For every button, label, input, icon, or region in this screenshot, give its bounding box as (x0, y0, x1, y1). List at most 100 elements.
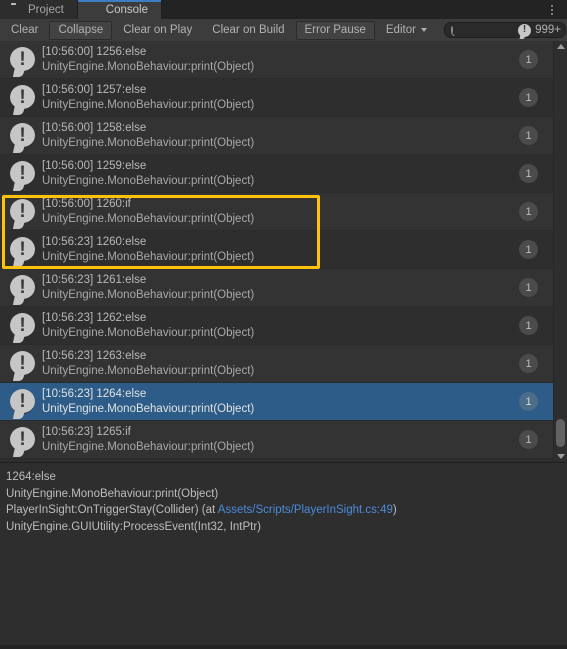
log-count-badge: 1 (519, 392, 538, 411)
log-row-text: [10:56:23] 1263:else UnityEngine.MonoBeha… (42, 349, 519, 378)
log-row[interactable]: ! [10:56:00] 1256:else UnityEngine.MonoBeh… (0, 41, 554, 79)
scrollbar-thumb[interactable] (556, 419, 565, 447)
log-count-badge: 1 (519, 240, 538, 259)
clear-on-play-toggle[interactable]: Clear on Play (114, 21, 201, 40)
log-stack-preview: UnityEngine.MonoBehaviour:print(Object) (42, 60, 255, 73)
log-count-badge: 1 (519, 164, 538, 183)
log-bubble-icon: ! (10, 199, 35, 224)
editor-dropdown[interactable]: Editor (377, 21, 436, 40)
log-row-text: [10:56:23] 1260:else UnityEngine.MonoBeha… (42, 235, 519, 264)
stack-trace-text: PlayerInSight:OnTriggerStay(Collider) (a… (6, 504, 218, 517)
stack-trace-text: 1264:else (6, 471, 56, 483)
log-count-badge: 1 (519, 88, 538, 107)
log-row[interactable]: ! [10:56:00] 1258:else UnityEngine.MonoBeh… (0, 117, 554, 155)
log-stack-preview: UnityEngine.MonoBehaviour:print(Object) (42, 136, 255, 149)
log-message: [10:56:23] 1264:else (42, 387, 147, 400)
log-row[interactable]: ! [10:56:23] 1260:else UnityEngine.MonoBeh… (0, 231, 554, 269)
log-bubble-icon: ! (10, 85, 35, 110)
tab-project[interactable]: Project (0, 0, 78, 19)
stack-trace-suffix: ) (392, 504, 397, 517)
log-bubble-icon: ! (10, 313, 35, 338)
log-count-badge: 1 (519, 354, 538, 373)
error-pause-toggle[interactable]: Error Pause (295, 20, 375, 40)
log-row[interactable]: ! [10:56:23] 1261:else UnityEngine.MonoBeh… (0, 269, 554, 307)
log-stack-preview: UnityEngine.MonoBehaviour:print(Object) (42, 326, 255, 339)
log-bubble-icon: ! (10, 161, 35, 186)
log-bubble-icon: ! (10, 275, 35, 300)
log-bubble-icon: ! (10, 47, 35, 72)
log-stack-preview: UnityEngine.MonoBehaviour:print(Object) (42, 364, 255, 377)
search-icon (450, 26, 453, 34)
script-file-link[interactable]: Assets/Scripts/PlayerInSight.cs:49 (218, 504, 393, 516)
log-message: [10:56:00] 1260:if (42, 197, 131, 210)
log-bubble-icon: ! (10, 427, 35, 452)
log-row-text: [10:56:00] 1258:else UnityEngine.MonoBeha… (42, 121, 519, 150)
log-row-text: [10:56:00] 1257:else UnityEngine.MonoBeha… (42, 83, 519, 112)
error-count-value: 999+ (535, 24, 561, 36)
log-count-badge: 1 (519, 316, 538, 335)
log-bubble-icon: ! (10, 351, 35, 376)
scroll-up-arrow-icon[interactable] (554, 41, 567, 52)
log-stack-preview: UnityEngine.MonoBehaviour:print(Object) (42, 440, 255, 453)
log-message: [10:56:00] 1259:else (42, 159, 147, 172)
console-log-list[interactable]: ! [10:56:00] 1256:else UnityEngine.MonoBeh… (0, 41, 567, 462)
log-bubble-icon: ! (10, 389, 35, 414)
log-message: [10:56:23] 1262:else (42, 311, 147, 324)
log-row[interactable]: ! [10:56:23] 1265:if UnityEngine.MonoBehav… (0, 421, 554, 459)
tab-console[interactable]: Console (77, 0, 162, 19)
log-stack-preview: UnityEngine.MonoBehaviour:print(Object) (42, 98, 255, 111)
list-vertical-scrollbar[interactable] (553, 41, 567, 462)
error-count-indicator[interactable]: ! 999+ (518, 23, 561, 37)
stack-trace-detail-pane[interactable]: 1264:else UnityEngine.MonoBehaviour:print… (0, 463, 567, 645)
stack-trace-line: 1264:else (6, 469, 559, 486)
log-row-text: [10:56:23] 1265:if UnityEngine.MonoBehavi… (42, 425, 519, 454)
log-count-badge: 1 (519, 50, 538, 69)
stack-trace-line: UnityEngine.MonoBehaviour:print(Object) (6, 486, 559, 503)
log-row[interactable]: ! [10:56:00] 1257:else UnityEngine.MonoBeh… (0, 79, 554, 117)
editor-dropdown-label: Editor (385, 24, 416, 36)
kebab-menu-icon[interactable] (543, 0, 561, 19)
tab-console-label: Console (105, 3, 148, 16)
log-message: [10:56:23] 1260:else (42, 235, 147, 248)
log-message: [10:56:23] 1261:else (42, 273, 147, 286)
folder-icon (11, 4, 23, 16)
window-tab-strip: Project Console (0, 0, 567, 19)
log-row-text: [10:56:00] 1259:else UnityEngine.MonoBeha… (42, 159, 519, 188)
log-count-badge: 1 (519, 278, 538, 297)
log-row-text: [10:56:23] 1264:else UnityEngine.MonoBeha… (42, 387, 519, 416)
log-message: [10:56:23] 1265:if (42, 425, 131, 438)
clear-on-build-toggle[interactable]: Clear on Build (203, 21, 293, 40)
tab-project-label: Project (28, 3, 64, 16)
log-row[interactable]: ! [10:56:00] 1260:if UnityEngine.MonoBehav… (0, 193, 554, 231)
scroll-down-arrow-icon[interactable] (554, 451, 567, 462)
log-message: [10:56:23] 1263:else (42, 349, 147, 362)
log-bubble-icon: ! (518, 23, 532, 37)
log-stack-preview: UnityEngine.MonoBehaviour:print(Object) (42, 250, 255, 263)
stack-trace-line: PlayerInSight:OnTriggerStay(Collider) (a… (6, 502, 559, 519)
window-bottom-bar (0, 645, 567, 649)
log-stack-preview: UnityEngine.MonoBehaviour:print(Object) (42, 288, 255, 301)
log-rows-container: ! [10:56:00] 1256:else UnityEngine.MonoBeh… (0, 41, 554, 459)
log-row[interactable]: ! [10:56:23] 1263:else UnityEngine.MonoBeh… (0, 345, 554, 383)
log-stack-preview: UnityEngine.MonoBehaviour:print(Object) (42, 174, 255, 187)
stack-trace-line: UnityEngine.GUIUtility:ProcessEvent(Int3… (6, 519, 559, 536)
collapse-toggle[interactable]: Collapse (49, 20, 113, 40)
clear-button[interactable]: Clear (2, 21, 47, 40)
chevron-down-icon (420, 28, 427, 32)
log-stack-preview: UnityEngine.MonoBehaviour:print(Object) (42, 402, 255, 415)
log-row-text: [10:56:00] 1260:if UnityEngine.MonoBehavi… (42, 197, 519, 226)
log-count-badge: 1 (519, 430, 538, 449)
log-row[interactable]: ! [10:56:23] 1262:else UnityEngine.MonoBeh… (0, 307, 554, 345)
log-row-text: [10:56:23] 1262:else UnityEngine.MonoBeha… (42, 311, 519, 340)
log-message: [10:56:00] 1258:else (42, 121, 147, 134)
log-bubble-icon: ! (10, 237, 35, 262)
log-row[interactable]: ! [10:56:00] 1259:else UnityEngine.MonoBeh… (0, 155, 554, 193)
log-stack-preview: UnityEngine.MonoBehaviour:print(Object) (42, 212, 255, 225)
log-row-text: [10:56:23] 1261:else UnityEngine.MonoBeha… (42, 273, 519, 302)
log-message: [10:56:00] 1257:else (42, 83, 147, 96)
log-row[interactable]: ! [10:56:23] 1264:else UnityEngine.MonoBeh… (0, 383, 554, 421)
stack-trace-text: UnityEngine.MonoBehaviour:print(Object) (6, 487, 219, 500)
unity-console-window: Project Console Clear Collapse Clear on … (0, 0, 567, 649)
log-bubble-icon: ! (10, 123, 35, 148)
log-count-badge: 1 (519, 202, 538, 221)
